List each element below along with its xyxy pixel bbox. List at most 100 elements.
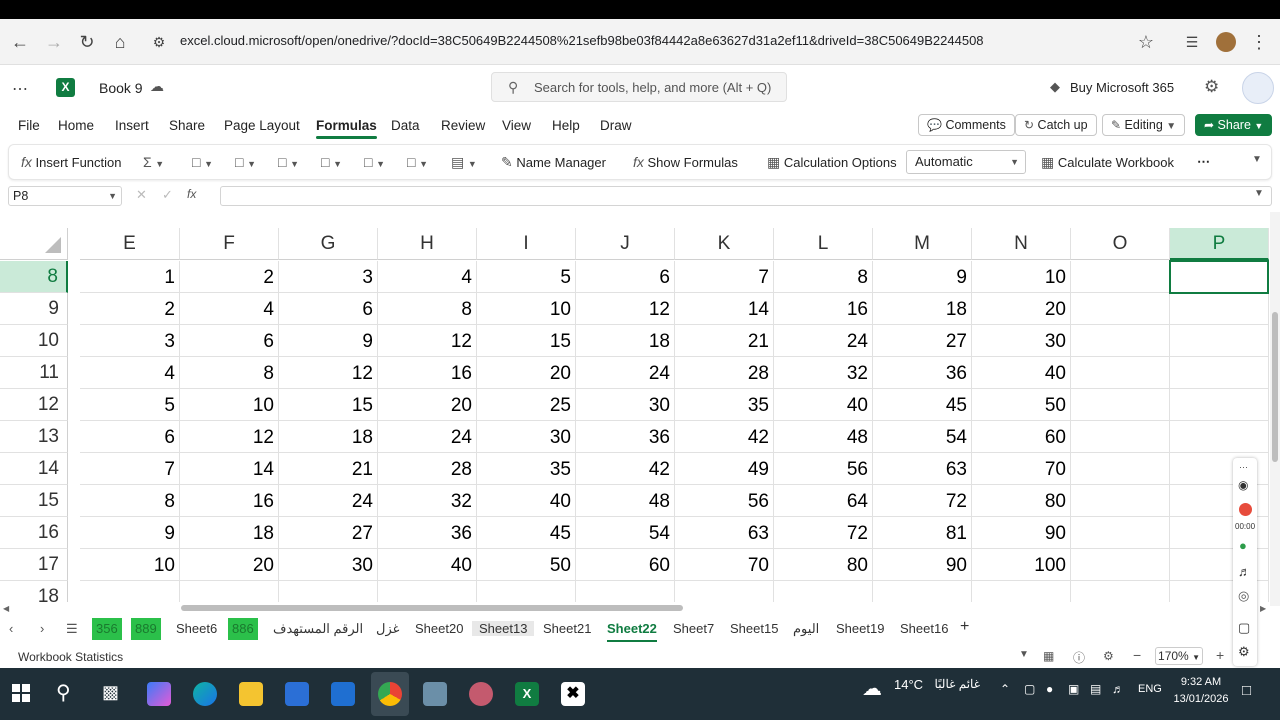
cell-h13[interactable]: 24 — [378, 421, 477, 453]
cell-h8[interactable]: 4 — [378, 261, 477, 293]
cell-g18[interactable] — [279, 581, 378, 602]
bookmark-star-icon[interactable]: ☆ — [1135, 31, 1157, 53]
cell-f18[interactable] — [180, 581, 279, 602]
cell-h15[interactable]: 32 — [378, 485, 477, 517]
cell-m11[interactable]: 36 — [873, 357, 972, 389]
cell-h18[interactable] — [378, 581, 477, 602]
buy-microsoft-link[interactable]: Buy Microsoft 365 — [1070, 80, 1174, 95]
more-functions-button[interactable]: ▤ ▼ — [451, 154, 477, 171]
cell-i15[interactable]: 40 — [477, 485, 576, 517]
cell-f8[interactable]: 2 — [180, 261, 279, 293]
cell-g16[interactable]: 27 — [279, 517, 378, 549]
mic-tray-icon[interactable]: ● — [1046, 682, 1053, 696]
column-header-n[interactable]: N — [972, 228, 1071, 260]
cell-i8[interactable]: 5 — [477, 261, 576, 293]
cell-m18[interactable] — [873, 581, 972, 602]
sheet-tab[interactable]: Sheet21 — [543, 621, 591, 636]
vertical-scrollbar[interactable] — [1270, 212, 1280, 606]
cell-p11[interactable] — [1170, 357, 1269, 389]
cell-f17[interactable]: 20 — [180, 549, 279, 581]
next-sheet-icon[interactable]: › — [40, 621, 44, 636]
select-all-corner[interactable] — [0, 228, 68, 260]
cell-o18[interactable] — [1071, 581, 1170, 602]
tab-home[interactable]: Home — [58, 118, 94, 133]
edge-icon[interactable] — [193, 682, 217, 706]
cell-j17[interactable]: 60 — [576, 549, 675, 581]
cell-k13[interactable]: 42 — [675, 421, 774, 453]
cell-p12[interactable] — [1170, 389, 1269, 421]
cell-p10[interactable] — [1170, 325, 1269, 357]
browser-menu-icon[interactable]: ⋮ — [1248, 31, 1270, 53]
cell-e14[interactable]: 7 — [80, 453, 180, 485]
cell-f10[interactable]: 6 — [180, 325, 279, 357]
cell-i10[interactable]: 15 — [477, 325, 576, 357]
cell-n16[interactable]: 90 — [972, 517, 1071, 549]
cell-l11[interactable]: 32 — [774, 357, 873, 389]
cell-k16[interactable]: 63 — [675, 517, 774, 549]
cell-j16[interactable]: 54 — [576, 517, 675, 549]
excel-taskbar-icon[interactable]: X — [515, 682, 539, 706]
row-header-18[interactable]: 18 — [0, 581, 68, 602]
workbook-statistics[interactable]: Workbook Statistics — [18, 650, 123, 664]
cell-m14[interactable]: 63 — [873, 453, 972, 485]
address-bar[interactable]: excel.cloud.microsoft/open/onedrive/?doc… — [180, 33, 984, 48]
window-icon[interactable]: ▢ — [1238, 620, 1250, 636]
cell-k17[interactable]: 70 — [675, 549, 774, 581]
sheet-tab[interactable]: Sheet6 — [176, 621, 217, 636]
cell-o12[interactable] — [1071, 389, 1170, 421]
store-icon[interactable] — [285, 682, 309, 706]
sheet-tab[interactable]: Sheet20 — [415, 621, 463, 636]
book-title[interactable]: Book 9 — [99, 80, 143, 96]
tab-draw[interactable]: Draw — [600, 118, 632, 133]
calculation-options-button[interactable]: ▦ Calculation Options — [767, 154, 897, 171]
cell-l12[interactable]: 40 — [774, 389, 873, 421]
cell-k18[interactable] — [675, 581, 774, 602]
row-header-9[interactable]: 9 — [0, 293, 68, 325]
clock-date[interactable]: 13/01/2026 — [1170, 693, 1232, 705]
tray-icon[interactable]: ▣ — [1068, 682, 1079, 696]
weather-text[interactable]: غائم غالبًا — [928, 677, 980, 691]
autosum-button[interactable]: Σ ▼ — [143, 154, 164, 170]
column-header-l[interactable]: L — [774, 228, 873, 260]
app-icon[interactable] — [469, 682, 493, 706]
weather-temp[interactable]: 14°C — [894, 677, 923, 692]
cell-e16[interactable]: 9 — [80, 517, 180, 549]
formula-input[interactable] — [220, 186, 1272, 206]
cell-f15[interactable]: 16 — [180, 485, 279, 517]
sheet-tab[interactable]: غزل — [376, 621, 399, 637]
cell-e10[interactable]: 3 — [80, 325, 180, 357]
cell-e11[interactable]: 4 — [80, 357, 180, 389]
capcut-icon[interactable]: ✖ — [561, 682, 585, 706]
cell-n14[interactable]: 70 — [972, 453, 1071, 485]
cell-i11[interactable]: 20 — [477, 357, 576, 389]
cell-n17[interactable]: 100 — [972, 549, 1071, 581]
network-icon[interactable]: ▤ — [1090, 682, 1101, 696]
cell-k12[interactable]: 35 — [675, 389, 774, 421]
catch-up-button[interactable]: ↻ Catch up — [1015, 114, 1097, 136]
cell-n12[interactable]: 50 — [972, 389, 1071, 421]
copilot-icon[interactable] — [147, 682, 171, 706]
cell-n18[interactable] — [972, 581, 1071, 602]
cell-k8[interactable]: 7 — [675, 261, 774, 293]
cell-n11[interactable]: 40 — [972, 357, 1071, 389]
cell-i16[interactable]: 45 — [477, 517, 576, 549]
scroll-right-icon[interactable]: ▶ — [1260, 604, 1266, 613]
prev-sheet-icon[interactable]: ‹ — [9, 621, 13, 636]
cell-i9[interactable]: 10 — [477, 293, 576, 325]
tab-data[interactable]: Data — [391, 118, 420, 133]
task-view-icon[interactable]: ▩ — [102, 682, 119, 703]
cell-f16[interactable]: 18 — [180, 517, 279, 549]
cell-i18[interactable] — [477, 581, 576, 602]
formula-expand-icon[interactable]: ▼ — [1254, 188, 1264, 199]
insert-function-button[interactable]: fx Insert Function — [21, 154, 122, 170]
row-header-15[interactable]: 15 — [0, 485, 68, 517]
cell-g8[interactable]: 3 — [279, 261, 378, 293]
cell-n10[interactable]: 30 — [972, 325, 1071, 357]
row-header-10[interactable]: 10 — [0, 325, 68, 357]
cell-g14[interactable]: 21 — [279, 453, 378, 485]
column-header-m[interactable]: M — [873, 228, 972, 260]
cell-i12[interactable]: 25 — [477, 389, 576, 421]
cell-l9[interactable]: 16 — [774, 293, 873, 325]
name-manager-button[interactable]: ✎ Name Manager — [501, 154, 606, 171]
cell-g15[interactable]: 24 — [279, 485, 378, 517]
